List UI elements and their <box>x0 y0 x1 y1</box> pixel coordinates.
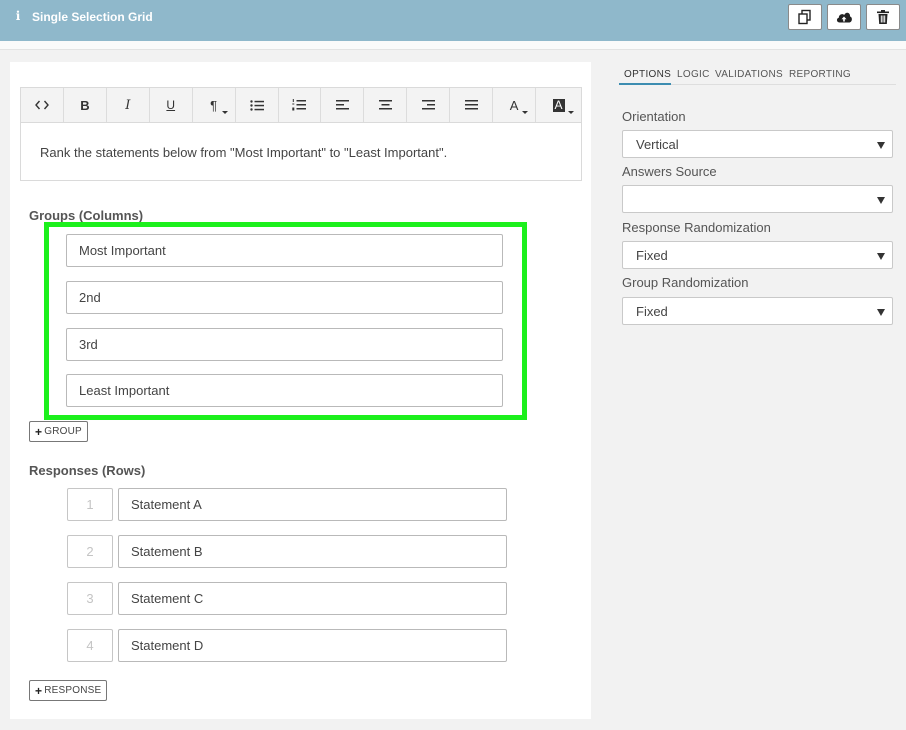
response-number: 2 <box>67 535 113 568</box>
align-right-icon <box>421 100 435 110</box>
tab-validations[interactable]: VALIDATIONS <box>715 69 783 80</box>
group-input[interactable]: Least Important <box>66 374 503 407</box>
app-header: i Single Selection Grid <box>0 0 906 41</box>
copy-icon <box>798 9 811 25</box>
dropdown-arrow-icon <box>877 197 885 204</box>
response-input[interactable]: Statement D <box>118 629 507 662</box>
add-group-button[interactable]: + GROUP <box>29 421 88 442</box>
copy-button[interactable] <box>788 4 822 30</box>
groups-label: Groups (Columns) <box>29 208 144 223</box>
response-input[interactable]: Statement C <box>118 582 507 615</box>
background-color-icon: A <box>552 97 565 112</box>
question-text-editor[interactable]: Rank the statements below from "Most Imp… <box>20 123 582 181</box>
question-editor-card: B I U ¶ A A Rank the statements below fr… <box>10 62 591 719</box>
background-color-button[interactable]: A <box>536 88 581 122</box>
paragraph-button[interactable]: ¶ <box>193 88 236 122</box>
response-number: 4 <box>67 629 113 662</box>
response-randomization-select[interactable]: Fixed <box>622 241 893 269</box>
add-response-button[interactable]: + RESPONSE <box>29 680 108 701</box>
plus-icon: + <box>35 424 43 439</box>
responses-label: Responses (Rows) <box>29 463 146 478</box>
group-randomization-label: Group Randomization <box>622 275 749 290</box>
answers-source-label: Answers Source <box>622 164 717 179</box>
plus-icon: + <box>35 683 43 698</box>
group-input[interactable]: Most Important <box>66 234 503 267</box>
orientation-value: Vertical <box>636 136 679 152</box>
align-left-icon <box>335 100 349 110</box>
delete-button[interactable] <box>866 4 900 30</box>
group-randomization-value: Fixed <box>636 303 668 319</box>
group-input[interactable]: 2nd <box>66 281 503 314</box>
response-randomization-label: Response Randomization <box>622 220 771 235</box>
italic-button[interactable]: I <box>107 88 150 122</box>
upload-button[interactable] <box>827 4 861 30</box>
tab-logic[interactable]: LOGIC <box>677 69 710 80</box>
add-group-label: GROUP <box>44 426 82 437</box>
justify-icon <box>464 100 478 110</box>
code-view-button[interactable] <box>21 88 64 122</box>
header-divider <box>0 41 906 50</box>
response-randomization-value: Fixed <box>636 247 668 263</box>
answers-source-select[interactable] <box>622 185 893 213</box>
add-response-label: RESPONSE <box>44 685 102 696</box>
dropdown-arrow-icon <box>877 253 885 260</box>
font-color-button[interactable]: A <box>493 88 537 122</box>
active-tab-indicator <box>619 83 671 85</box>
underline-button[interactable]: U <box>150 88 193 122</box>
orientation-select[interactable]: Vertical <box>622 130 893 158</box>
align-center-icon <box>378 100 392 110</box>
code-icon <box>35 100 49 110</box>
cloud-upload-icon <box>836 12 852 23</box>
response-input[interactable]: Statement B <box>118 535 507 568</box>
font-color-icon: A <box>509 97 519 113</box>
numbered-list-button[interactable] <box>279 88 322 122</box>
bulleted-list-button[interactable] <box>236 88 279 122</box>
question-text: Rank the statements below from "Most Imp… <box>40 145 448 160</box>
info-icon[interactable]: i <box>14 9 22 23</box>
tab-reporting[interactable]: REPORTING <box>789 69 851 80</box>
bold-button[interactable]: B <box>64 88 107 122</box>
response-number: 3 <box>67 582 113 615</box>
response-number: 1 <box>67 488 113 521</box>
group-randomization-select[interactable]: Fixed <box>622 297 893 325</box>
dropdown-arrow-icon <box>877 142 885 149</box>
justify-button[interactable] <box>450 88 494 122</box>
align-left-button[interactable] <box>321 88 365 122</box>
bulleted-list-icon <box>249 99 264 111</box>
rich-text-toolbar: B I U ¶ A A <box>20 87 582 123</box>
orientation-label: Orientation <box>622 109 686 124</box>
dropdown-arrow-icon <box>877 309 885 316</box>
group-input[interactable]: 3rd <box>66 328 503 361</box>
paragraph-icon: ¶ <box>210 97 218 113</box>
align-center-button[interactable] <box>364 88 408 122</box>
align-right-button[interactable] <box>407 88 451 122</box>
numbered-list-icon <box>292 99 307 111</box>
trash-icon <box>877 10 889 24</box>
response-input[interactable]: Statement A <box>118 488 507 521</box>
tab-options[interactable]: OPTIONS <box>624 69 671 80</box>
page-title: Single Selection Grid <box>32 10 153 24</box>
